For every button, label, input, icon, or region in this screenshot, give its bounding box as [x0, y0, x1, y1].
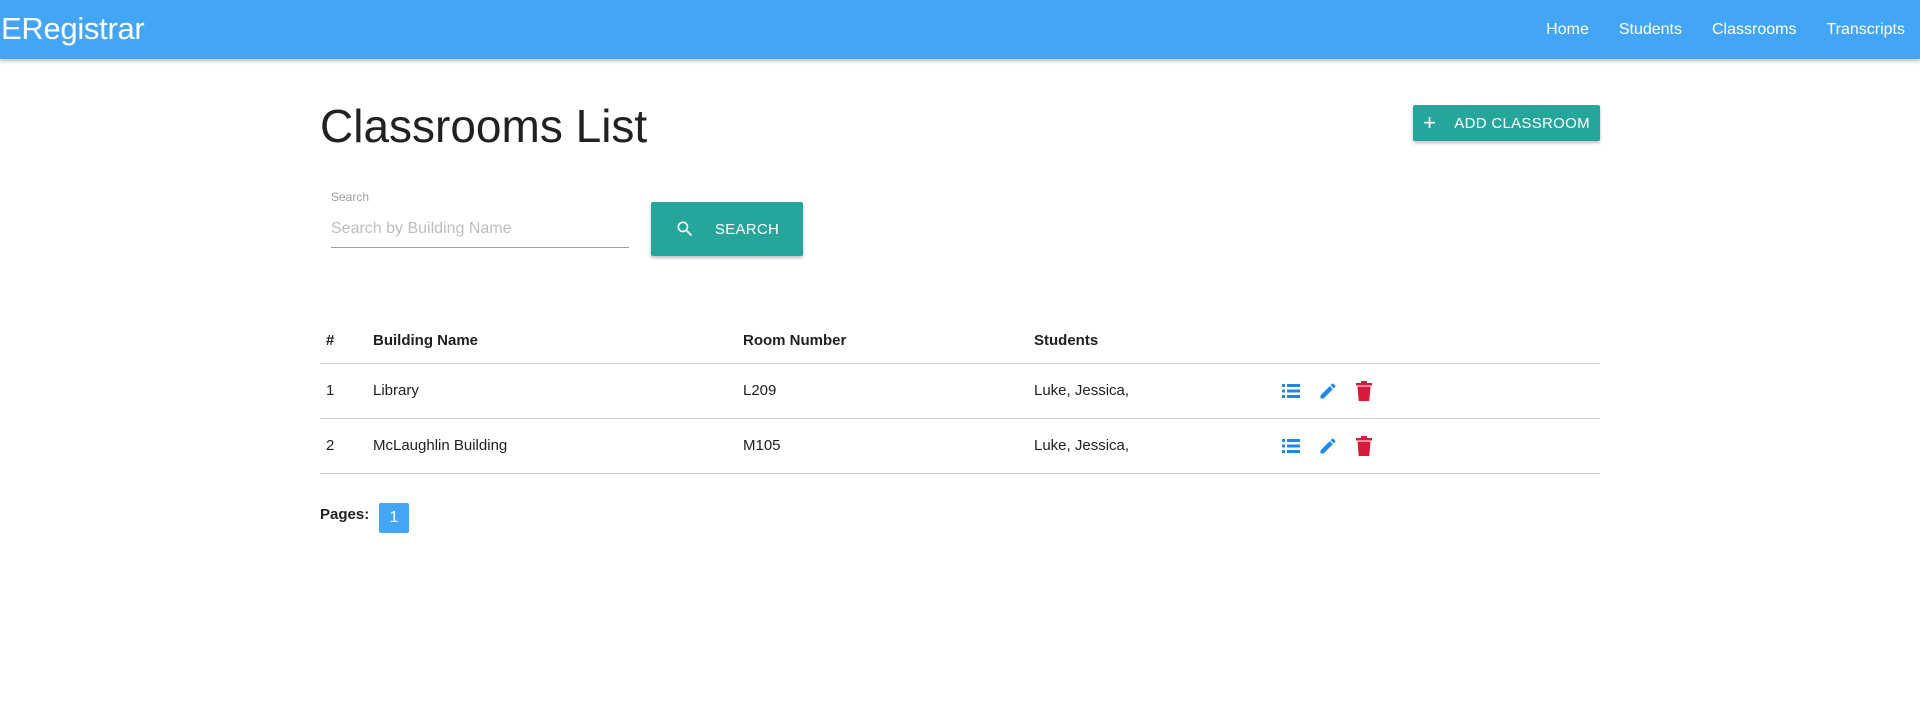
classrooms-table: # Building Name Room Number Students 1 L…	[320, 318, 1600, 474]
list-icon[interactable]	[1282, 383, 1300, 399]
cell-building-name: McLaughlin Building	[367, 418, 737, 474]
add-classroom-button[interactable]: + ADD CLASSROOM	[1413, 105, 1600, 141]
nav-students[interactable]: Students	[1604, 0, 1697, 59]
cell-actions	[1276, 418, 1600, 474]
edit-icon[interactable]	[1318, 436, 1338, 456]
list-icon[interactable]	[1282, 438, 1300, 454]
cell-num: 1	[320, 363, 367, 419]
delete-icon[interactable]	[1356, 380, 1372, 401]
cell-room-number: L209	[737, 363, 1028, 419]
header-room-number: Room Number	[737, 318, 1028, 364]
header-students: Students	[1028, 318, 1276, 364]
cell-room-number: M105	[737, 418, 1028, 474]
cell-students: Luke, Jessica,	[1028, 418, 1276, 474]
header-actions	[1276, 318, 1600, 364]
table-header-row: # Building Name Room Number Students	[320, 318, 1600, 364]
cell-students: Luke, Jessica,	[1028, 363, 1276, 419]
add-classroom-label: ADD CLASSROOM	[1454, 114, 1590, 132]
header-building-name: Building Name	[367, 318, 737, 364]
nav-links: Home Students Classrooms Transcripts	[1531, 0, 1920, 59]
cell-building-name: Library	[367, 363, 737, 419]
search-button-label: SEARCH	[714, 220, 780, 238]
table-row: 1 Library L209 Luke, Jessica,	[320, 363, 1600, 419]
pagination-label: Pages:	[320, 506, 370, 523]
page-title: Classrooms List	[320, 100, 648, 152]
table-row: 2 McLaughlin Building M105 Luke, Jessica…	[320, 418, 1600, 474]
delete-icon[interactable]	[1356, 435, 1372, 456]
cell-actions	[1276, 363, 1600, 419]
search-label: Search	[331, 190, 370, 204]
search-button[interactable]: SEARCH	[651, 202, 803, 256]
nav-transcripts[interactable]: Transcripts	[1811, 0, 1920, 59]
cell-num: 2	[320, 418, 367, 474]
search-input[interactable]	[331, 210, 629, 248]
page-button-1[interactable]: 1	[379, 503, 409, 533]
navbar: ERegistrar Home Students Classrooms Tran…	[0, 0, 1920, 59]
nav-home[interactable]: Home	[1531, 0, 1604, 59]
nav-classrooms[interactable]: Classrooms	[1697, 0, 1811, 59]
header-num: #	[320, 318, 367, 364]
brand-logo[interactable]: ERegistrar	[1, 10, 145, 48]
plus-icon: +	[1423, 110, 1437, 135]
edit-icon[interactable]	[1318, 381, 1338, 401]
search-icon	[675, 219, 715, 239]
